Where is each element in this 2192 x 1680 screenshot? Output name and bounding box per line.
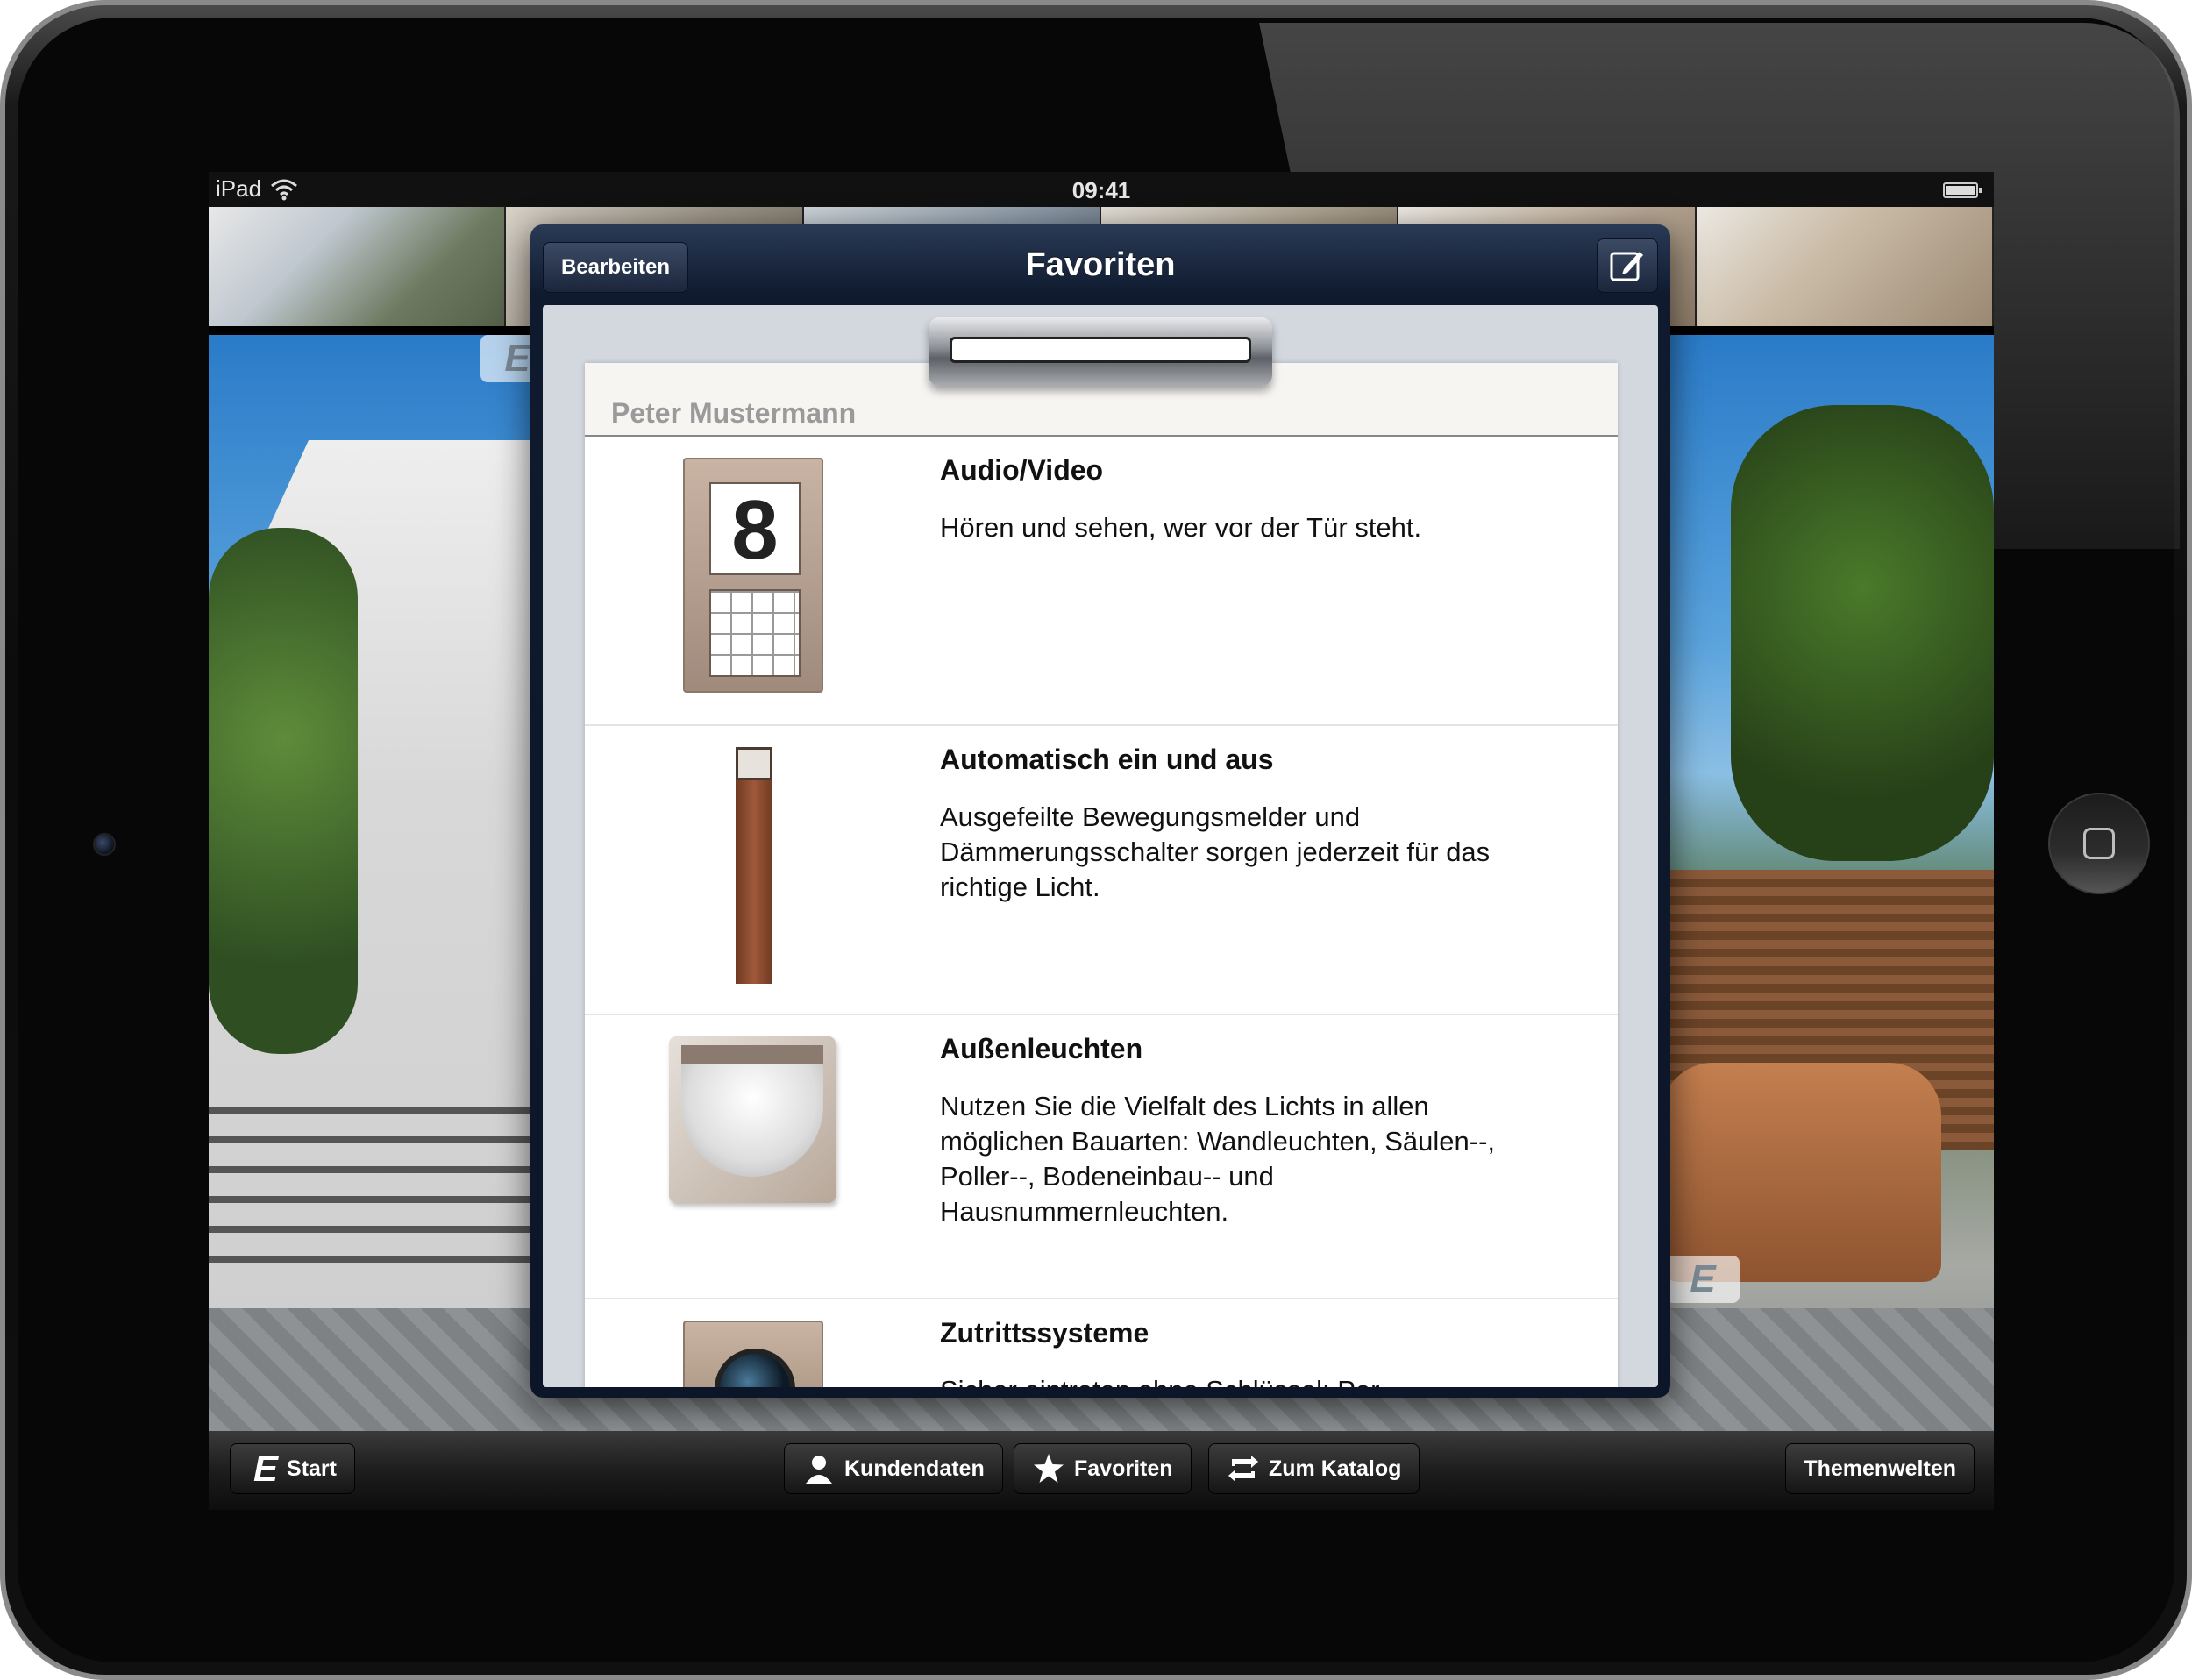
- battery-fill: [1946, 186, 1975, 195]
- clip-inner: [950, 337, 1251, 363]
- front-camera: [93, 833, 116, 856]
- favoriten-button[interactable]: Favoriten: [1014, 1443, 1192, 1494]
- tree-right: [1731, 405, 1994, 861]
- camera-lens: [715, 1349, 795, 1387]
- lamp-dome: [681, 1045, 823, 1177]
- popover-title: Favoriten: [1025, 246, 1176, 283]
- start-button[interactable]: E Start: [230, 1443, 355, 1494]
- kundendaten-button[interactable]: Kundendaten: [784, 1443, 1003, 1494]
- favoriten-label: Favoriten: [1074, 1456, 1173, 1481]
- thumbnail-bedroom[interactable]: [1696, 207, 1994, 326]
- screen: iPad 09:41 E E Bearbeiten Favoriten Pete…: [209, 172, 1994, 1510]
- keypad: [709, 589, 801, 677]
- item-description: Ausgefeilte Bewegungsmelder und Dämmerun…: [940, 801, 1491, 902]
- access-system-image: [683, 1321, 832, 1387]
- tree-left: [209, 528, 358, 1054]
- post-sensor-cap: [736, 747, 772, 780]
- car: [1661, 1063, 1941, 1282]
- list-item[interactable]: Zutrittssysteme Sicher eintreten ohne Sc…: [585, 1299, 1618, 1387]
- list-item[interactable]: 8 Audio/Video Hören und sehen, wer vor d…: [585, 437, 1618, 726]
- home-square-icon: [2083, 828, 2115, 859]
- outdoor-lamp-image: [669, 1036, 836, 1273]
- item-title: Automatisch ein und aus: [940, 744, 1274, 775]
- item-title: Audio/Video: [940, 454, 1104, 486]
- lamp-illustration: [669, 1036, 836, 1203]
- themenwelten-button[interactable]: Themenwelten: [1785, 1443, 1975, 1494]
- sync-icon: [1228, 1456, 1258, 1482]
- audio-video-image: 8: [683, 458, 832, 694]
- item-title: Außenleuchten: [940, 1033, 1143, 1064]
- e-hotspot-right[interactable]: E: [1666, 1256, 1740, 1303]
- popover-nav-bar: Bearbeiten Favoriten: [543, 224, 1658, 305]
- battery-icon: [1943, 182, 1982, 198]
- home-button[interactable]: [2048, 793, 2150, 894]
- favorites-popover: Bearbeiten Favoriten Peter Mustermann 8 …: [530, 224, 1670, 1398]
- zum-katalog-button[interactable]: Zum Katalog: [1208, 1443, 1420, 1494]
- door-panel-illustration: 8: [683, 458, 823, 693]
- thumbnail-house[interactable]: [209, 207, 507, 326]
- compose-icon: [1610, 252, 1643, 281]
- favorites-sheet: Peter Mustermann 8 Audio/Video Hören und…: [585, 363, 1618, 1387]
- popover-content: Peter Mustermann 8 Audio/Video Hören und…: [543, 305, 1658, 1387]
- item-description: Nutzen Sie die Vielfalt des Lichts in al…: [940, 1091, 1496, 1227]
- item-description: Hören und sehen, wer vor der Tür steht.: [940, 512, 1422, 543]
- item-description: Sicher eintreten ohne Schlüssel: Per: [940, 1373, 1545, 1387]
- fence: [209, 1107, 542, 1264]
- post-illustration: [736, 747, 772, 984]
- compose-button[interactable]: [1597, 238, 1658, 293]
- status-time: 09:41: [1071, 177, 1131, 203]
- user-icon: [806, 1456, 832, 1484]
- list-item[interactable]: Außenleuchten Nutzen Sie die Vielfalt de…: [585, 1015, 1618, 1299]
- ipad-device: iPad 09:41 E E Bearbeiten Favoriten Pete…: [0, 0, 2192, 1680]
- clipboard-clip: [929, 317, 1272, 386]
- star-icon: [1034, 1454, 1064, 1483]
- kundendaten-label: Kundendaten: [844, 1456, 985, 1481]
- status-bar: iPad 09:41: [209, 172, 1994, 207]
- edit-button[interactable]: Bearbeiten: [543, 242, 689, 293]
- start-label: Start: [287, 1456, 337, 1481]
- bottom-toolbar: E Start Kundendaten Favoriten Zum Katalo…: [209, 1431, 1994, 1510]
- light-post-image: [683, 747, 832, 984]
- item-title: Zutrittssysteme: [940, 1317, 1149, 1349]
- e-logo-icon: E: [253, 1448, 279, 1489]
- katalog-label: Zum Katalog: [1269, 1456, 1402, 1481]
- camera-panel-illustration: [683, 1321, 823, 1387]
- panel-number: 8: [709, 482, 801, 577]
- list-item[interactable]: Automatisch ein und aus Ausgefeilte Bewe…: [585, 726, 1618, 1015]
- customer-name: Peter Mustermann: [611, 397, 857, 429]
